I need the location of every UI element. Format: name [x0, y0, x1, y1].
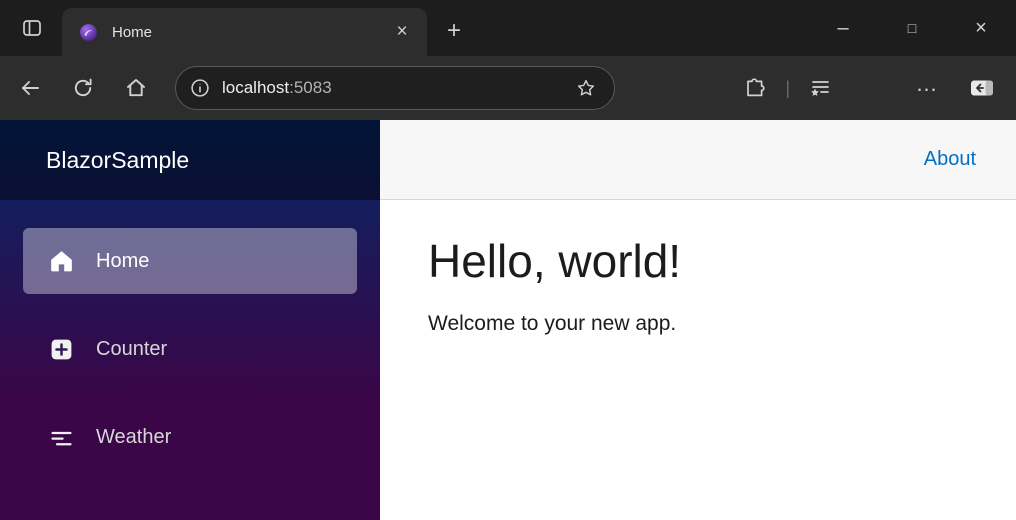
url-port: :5083 — [289, 78, 332, 97]
address-bar[interactable]: localhost:5083 — [175, 66, 615, 110]
page-title: Hello, world! — [428, 235, 682, 287]
home-icon — [124, 76, 148, 100]
plus-square-icon — [48, 336, 75, 363]
blazor-favicon-icon — [78, 22, 99, 43]
content-article: Hello, world! Welcome to your new app. — [380, 200, 1016, 370]
list-icon — [48, 424, 75, 451]
app-main: About Hello, world! Welcome to your new … — [380, 120, 1016, 520]
window-close-button[interactable]: × — [958, 0, 1004, 56]
tab-close-button[interactable]: × — [389, 19, 415, 45]
refresh-button[interactable] — [67, 72, 99, 104]
nav-item-label: Counter — [96, 337, 168, 360]
settings-more-button[interactable]: … — [911, 71, 943, 104]
site-info-button[interactable] — [184, 72, 216, 104]
about-link[interactable]: About — [924, 148, 976, 171]
browser-tab[interactable]: Home × — [62, 8, 427, 56]
sidebar-toggle-button[interactable] — [962, 72, 1002, 104]
brand-link[interactable]: BlazorSample — [46, 147, 189, 174]
nav-item-label: Home — [96, 249, 150, 272]
favorites-icon — [808, 76, 832, 100]
content-top-row: About — [380, 120, 1016, 200]
refresh-icon — [71, 76, 95, 100]
nav-item-home[interactable]: Home — [23, 228, 357, 294]
back-icon — [18, 76, 42, 100]
app-sidebar: BlazorSample Home Counter Weather — [0, 120, 380, 520]
add-favorite-button[interactable] — [572, 74, 600, 102]
home-button[interactable] — [120, 72, 152, 104]
tab-title: Home — [112, 23, 153, 41]
welcome-text: Welcome to your new app. — [428, 312, 677, 335]
nav-item-weather[interactable]: Weather — [23, 404, 357, 470]
page-viewport: BlazorSample Home Counter Weather About … — [0, 120, 1016, 520]
sidebar-toggle-icon — [968, 76, 996, 100]
minimize-button[interactable]: – — [820, 0, 866, 56]
tab-actions-icon — [20, 16, 44, 40]
extensions-button[interactable] — [739, 72, 771, 104]
toolbar-divider: | — [785, 77, 790, 98]
house-icon — [48, 248, 75, 275]
nav-menu: Home Counter Weather — [0, 200, 380, 470]
new-tab-button[interactable]: + — [438, 15, 470, 47]
extensions-icon — [743, 76, 767, 100]
window-controls: – □ × — [820, 0, 1004, 56]
maximize-button[interactable]: □ — [889, 0, 935, 56]
url-text[interactable]: localhost:5083 — [222, 78, 572, 98]
brand-row: BlazorSample — [0, 120, 380, 200]
nav-item-label: Weather — [96, 425, 172, 448]
toolbar-right-cluster: | … — [739, 56, 1016, 120]
nav-item-counter[interactable]: Counter — [23, 316, 357, 382]
browser-toolbar: localhost:5083 | … — [0, 56, 1016, 120]
favorites-button[interactable] — [804, 72, 836, 104]
browser-window: Home × + – □ × localhost:5083 | … Blazor… — [0, 0, 1016, 520]
tab-actions-button[interactable] — [14, 13, 50, 43]
browser-titlebar: Home × + – □ × — [0, 0, 1016, 56]
back-button[interactable] — [14, 72, 46, 104]
url-host: localhost — [222, 78, 290, 97]
